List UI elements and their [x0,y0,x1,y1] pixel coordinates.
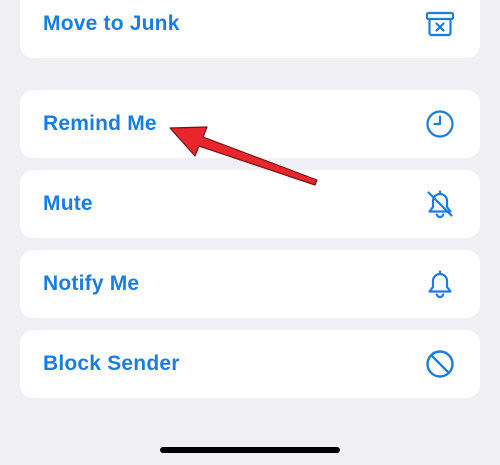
home-indicator [160,447,340,453]
notify-me-button[interactable]: Notify Me [20,250,480,318]
block-sender-button[interactable]: Block Sender [20,330,480,398]
move-to-junk-label: Move to Junk [43,12,180,35]
block-sender-label: Block Sender [43,352,180,375]
bell-slash-icon [422,186,458,222]
notify-me-label: Notify Me [43,272,140,295]
junk-bin-icon [422,6,458,42]
mute-button[interactable]: Mute [20,170,480,238]
clock-icon [422,106,458,142]
block-icon [422,346,458,382]
mute-label: Mute [43,192,93,215]
remind-me-label: Remind Me [43,112,157,135]
move-to-junk-button[interactable]: Move to Junk [20,0,480,58]
bell-icon [422,266,458,302]
remind-me-button[interactable]: Remind Me [20,90,480,158]
